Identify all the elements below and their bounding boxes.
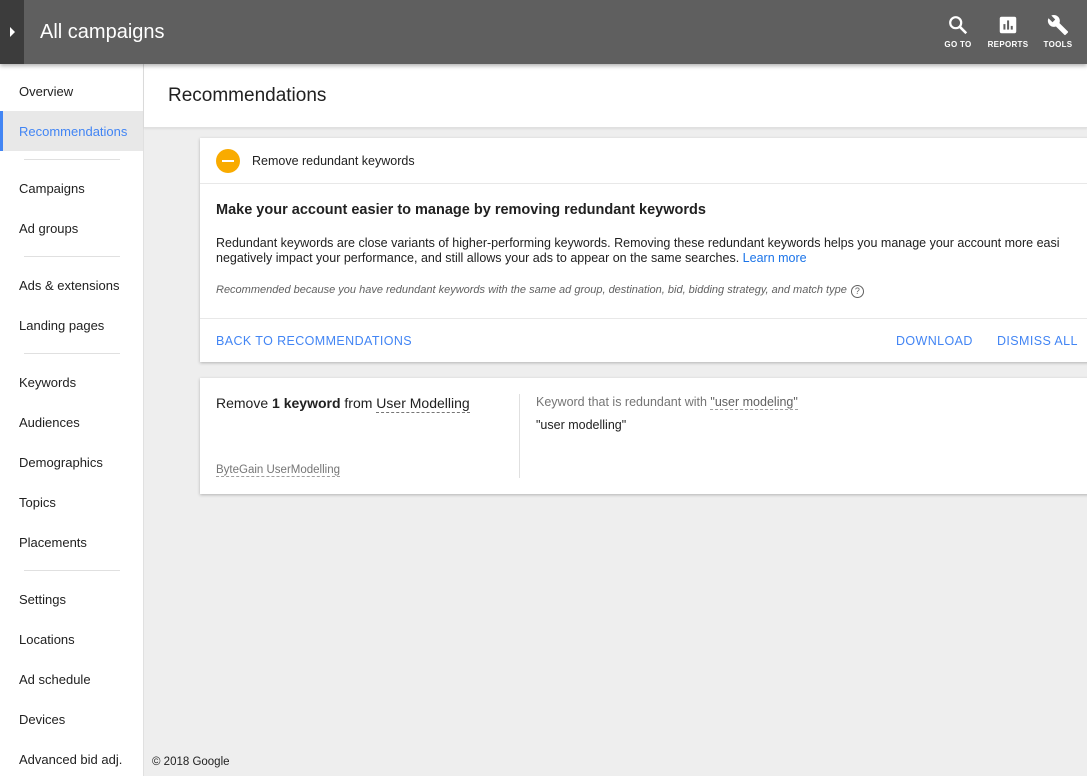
download-button[interactable]: DOWNLOAD (896, 334, 973, 348)
recommendation-description: Redundant keywords are close variants of… (216, 236, 1087, 266)
keyword-card: Remove 1 keyword from User Modelling Byt… (200, 378, 1087, 494)
sidebar-item-landing-pages[interactable]: Landing pages (0, 305, 143, 345)
sidebar-item-demographics[interactable]: Demographics (0, 442, 143, 482)
recommendation-card: Remove redundant keywords Make your acco… (200, 138, 1087, 362)
summary-from: from (344, 395, 373, 411)
reports-label: REPORTS (987, 40, 1029, 49)
back-to-recommendations-button[interactable]: BACK TO RECOMMENDATIONS (216, 334, 412, 348)
sidebar-divider (24, 570, 120, 571)
main-content: Recommendations Remove redundant keyword… (144, 64, 1087, 776)
sidebar-divider (24, 256, 120, 257)
sidebar-item-campaigns[interactable]: Campaigns (0, 168, 143, 208)
top-bar: All campaigns GO TO REPORTS TOOLS (0, 0, 1087, 64)
recommendation-header: Remove redundant keywords (200, 138, 1087, 184)
copyright: © 2018 Google (152, 756, 230, 768)
recommendation-footer: BACK TO RECOMMENDATIONS DOWNLOAD DISMISS… (200, 318, 1087, 362)
dismiss-all-button[interactable]: DISMISS ALL (997, 334, 1078, 348)
recommendation-reason: Recommended because you have redundant k… (216, 284, 864, 298)
sidebar-item-devices[interactable]: Devices (0, 699, 143, 739)
campaign-link[interactable]: ByteGain UserModelling (216, 464, 341, 477)
sidebar-item-ad-schedule[interactable]: Ad schedule (0, 659, 143, 699)
sidebar-item-placements[interactable]: Placements (0, 522, 143, 562)
redundant-keyword: "user modelling" (536, 418, 627, 432)
summary-prefix: Remove (216, 395, 269, 411)
wrench-icon (1047, 15, 1069, 36)
tools-label: TOOLS (1043, 40, 1073, 49)
sidebar: Overview Recommendations Campaigns Ad gr… (0, 64, 144, 776)
recommendation-title: Make your account easier to manage by re… (216, 202, 706, 218)
sidebar-item-locations[interactable]: Locations (0, 619, 143, 659)
ad-group-link[interactable]: User Modelling (376, 395, 470, 413)
sidebar-divider (24, 353, 120, 354)
description-line-2-text: negatively impact your performance, and … (216, 251, 740, 265)
sidebar-item-ads-extensions[interactable]: Ads & extensions (0, 265, 143, 305)
sidebar-item-advanced-bid-adj[interactable]: Advanced bid adj. (0, 739, 143, 776)
help-icon[interactable]: ? (850, 285, 864, 298)
sidebar-item-topics[interactable]: Topics (0, 482, 143, 522)
sidebar-item-recommendations[interactable]: Recommendations (0, 111, 143, 151)
campaign-scope-title[interactable]: All campaigns (40, 20, 165, 44)
redundant-label-text: Keyword that is redundant with (536, 395, 707, 409)
sidebar-toggle-button[interactable] (0, 0, 24, 64)
page-title: Recommendations (168, 85, 327, 106)
sidebar-item-settings[interactable]: Settings (0, 579, 143, 619)
minus-circle-icon (216, 149, 240, 173)
caret-right-icon (10, 27, 15, 37)
recommendation-name: Remove redundant keywords (252, 154, 415, 168)
learn-more-link[interactable]: Learn more (743, 251, 807, 265)
sidebar-item-overview[interactable]: Overview (0, 71, 143, 111)
page-header: Recommendations (144, 64, 1087, 128)
description-line-1: Redundant keywords are close variants of… (216, 236, 1060, 250)
sidebar-divider (24, 159, 120, 160)
sidebar-item-ad-groups[interactable]: Ad groups (0, 208, 143, 248)
sidebar-item-keywords[interactable]: Keywords (0, 362, 143, 402)
reports-icon (999, 16, 1017, 34)
keyword-count: 1 keyword (272, 395, 341, 411)
goto-label: GO TO (944, 40, 972, 49)
redundant-with-keyword[interactable]: "user modeling" (710, 395, 798, 410)
search-icon (949, 16, 968, 35)
redundant-label: Keyword that is redundant with "user mod… (536, 395, 798, 410)
sidebar-item-audiences[interactable]: Audiences (0, 402, 143, 442)
reason-text: Recommended because you have redundant k… (216, 284, 847, 296)
description-line-2: negatively impact your performance, and … (216, 251, 1087, 266)
keyword-summary: Remove 1 keyword from User Modelling (216, 395, 470, 413)
column-divider (519, 394, 520, 478)
tools-button[interactable]: TOOLS (1036, 14, 1080, 54)
goto-button[interactable]: GO TO (936, 14, 980, 54)
reports-button[interactable]: REPORTS (986, 14, 1030, 54)
